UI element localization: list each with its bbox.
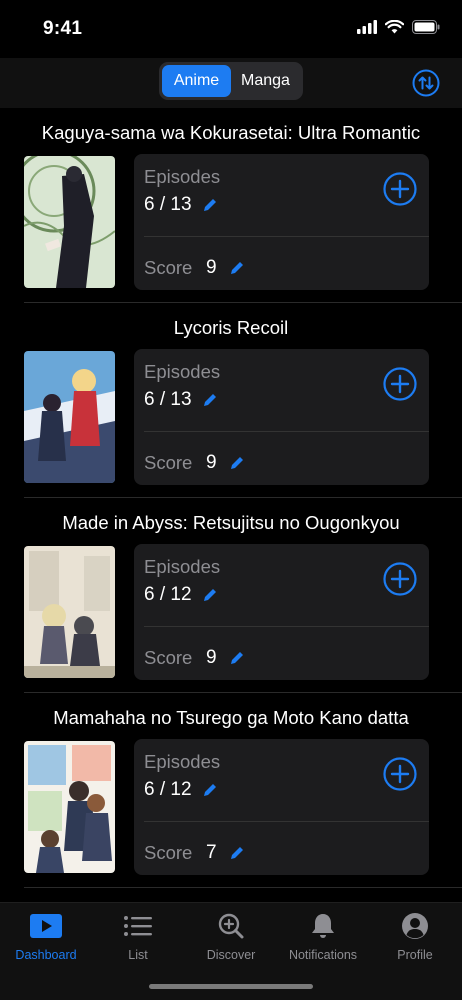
score-label: Score	[144, 647, 193, 668]
anime-title: Lycoris Recoil	[173, 317, 289, 338]
cover-image	[24, 351, 115, 483]
tab-profile[interactable]: Profile	[369, 903, 461, 973]
score-value-group: 9	[206, 257, 245, 279]
status-icons	[357, 20, 440, 34]
divider	[144, 821, 429, 822]
score-value-group: 7	[206, 842, 245, 864]
progress-card: Episodes 6 / 13 Score 9	[134, 154, 429, 290]
episodes-value-group: 6 / 12	[144, 584, 218, 606]
wifi-icon	[385, 20, 404, 34]
score-value-group: 9	[206, 452, 245, 474]
magnifier-plus-icon	[218, 913, 244, 939]
tab-label: Discover	[206, 948, 256, 962]
tab-notifications[interactable]: Notifications	[277, 903, 369, 973]
home-indicator	[149, 984, 313, 989]
add-episode-icon[interactable]	[383, 757, 417, 791]
cover-image	[24, 156, 115, 288]
status-time: 9:41	[43, 18, 83, 39]
segment-anime[interactable]: Anime	[162, 65, 231, 97]
score-value: 9	[206, 647, 217, 668]
anime-title: Mamahaha no Tsurego ga Moto Kano datta	[53, 707, 409, 728]
add-episode-icon[interactable]	[383, 562, 417, 596]
pencil-icon[interactable]	[202, 197, 218, 213]
add-episode-icon[interactable]	[383, 172, 417, 206]
episodes-label: Episodes	[144, 751, 221, 772]
score-value: 9	[206, 257, 217, 278]
list-icon	[124, 916, 152, 936]
episodes-label: Episodes	[144, 556, 221, 577]
cellular-signal-icon	[357, 20, 377, 34]
tab-label: Profile	[397, 948, 433, 962]
episodes-label: Episodes	[144, 166, 221, 187]
pencil-icon[interactable]	[229, 845, 245, 861]
divider	[144, 626, 429, 627]
person-circle-icon	[402, 913, 428, 939]
anime-title: Made in Abyss: Retsujitsu no Ougonkyou	[62, 512, 400, 533]
episodes-value-group: 6 / 12	[144, 779, 218, 801]
play-icon	[30, 914, 62, 938]
pencil-icon[interactable]	[229, 650, 245, 666]
media-type-segmented-control: Anime Manga	[159, 62, 303, 100]
list-item[interactable]: Mamahaha no Tsurego ga Moto Kano datta E…	[24, 693, 462, 888]
score-label: Score	[144, 452, 193, 473]
progress-card: Episodes 6 / 12 Score 9	[134, 544, 429, 680]
list-item[interactable]: Kaguya-sama wa Kokurasetai: Ultra Romant…	[24, 108, 462, 303]
score-value-group: 9	[206, 647, 245, 669]
tab-dashboard[interactable]: Dashboard	[0, 903, 92, 973]
score-value: 9	[206, 452, 217, 473]
score-label: Score	[144, 257, 193, 278]
episodes-value: 6 / 12	[144, 779, 192, 800]
episodes-label: Episodes	[144, 361, 221, 382]
tab-label: List	[128, 948, 148, 962]
pencil-icon[interactable]	[202, 392, 218, 408]
list-item[interactable]: Made in Abyss: Retsujitsu no Ougonkyou E…	[24, 498, 462, 693]
progress-card: Episodes 6 / 12 Score 7	[134, 739, 429, 875]
score-value: 7	[206, 842, 217, 863]
progress-card: Episodes 6 / 13 Score 9	[134, 349, 429, 485]
episodes-value-group: 6 / 13	[144, 194, 218, 216]
bell-icon	[312, 914, 334, 938]
status-bar: 9:41	[0, 0, 462, 58]
episodes-value: 6 / 13	[144, 194, 192, 215]
tab-label: Notifications	[288, 948, 358, 962]
pencil-icon[interactable]	[202, 782, 218, 798]
anime-list: Kaguya-sama wa Kokurasetai: Ultra Romant…	[0, 108, 462, 902]
episodes-value-group: 6 / 13	[144, 389, 218, 411]
add-episode-icon[interactable]	[383, 367, 417, 401]
pencil-icon[interactable]	[229, 260, 245, 276]
anime-title: Kaguya-sama wa Kokurasetai: Ultra Romant…	[41, 122, 421, 143]
tab-list[interactable]: List	[92, 903, 184, 973]
cover-image	[24, 741, 115, 873]
divider	[144, 236, 429, 237]
score-label: Score	[144, 842, 193, 863]
list-item[interactable]: Lycoris Recoil Episodes 6 / 13 Score 9	[24, 303, 462, 498]
sort-order-icon[interactable]	[412, 69, 440, 97]
tab-label: Dashboard	[15, 948, 77, 962]
battery-icon	[412, 20, 440, 34]
cover-image	[24, 546, 115, 678]
episodes-value: 6 / 12	[144, 584, 192, 605]
tab-discover[interactable]: Discover	[185, 903, 277, 973]
pencil-icon[interactable]	[229, 455, 245, 471]
segment-manga[interactable]: Manga	[231, 65, 300, 97]
pencil-icon[interactable]	[202, 587, 218, 603]
nav-bar: Anime Manga	[0, 58, 462, 108]
episodes-value: 6 / 13	[144, 389, 192, 410]
divider	[144, 431, 429, 432]
